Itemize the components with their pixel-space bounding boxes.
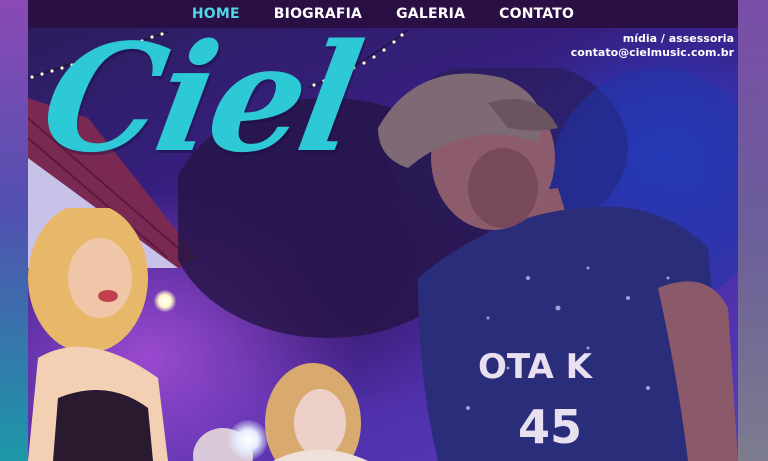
hero-banner: OTA K 45 Ciel mídia / assessoria contato… xyxy=(28,28,738,461)
shirt-print-text: OTA K xyxy=(478,347,594,387)
page: HOME BIOGRAFIA GALERIA CONTATO OTA K 45 … xyxy=(0,0,768,461)
man-figure: OTA K 45 xyxy=(378,73,738,461)
nav-biografia[interactable]: BIOGRAFIA xyxy=(257,0,379,28)
contact-email-link[interactable]: contato@cielmusic.com.br xyxy=(571,46,734,60)
ciel-logo[interactable]: Ciel xyxy=(31,28,370,185)
nav-galeria[interactable]: GALERIA xyxy=(379,0,482,28)
contact-block: mídia / assessoria contato@cielmusic.com… xyxy=(571,32,734,60)
nav-contato[interactable]: CONTATO xyxy=(482,0,591,28)
left-gutter xyxy=(0,0,28,461)
right-gutter xyxy=(738,0,768,461)
main-navbar: HOME BIOGRAFIA GALERIA CONTATO xyxy=(28,0,738,28)
shirt-print-number: 45 xyxy=(518,400,582,454)
spotlight xyxy=(228,420,268,460)
contact-label: mídia / assessoria xyxy=(622,32,734,45)
nav-home[interactable]: HOME xyxy=(175,0,257,28)
